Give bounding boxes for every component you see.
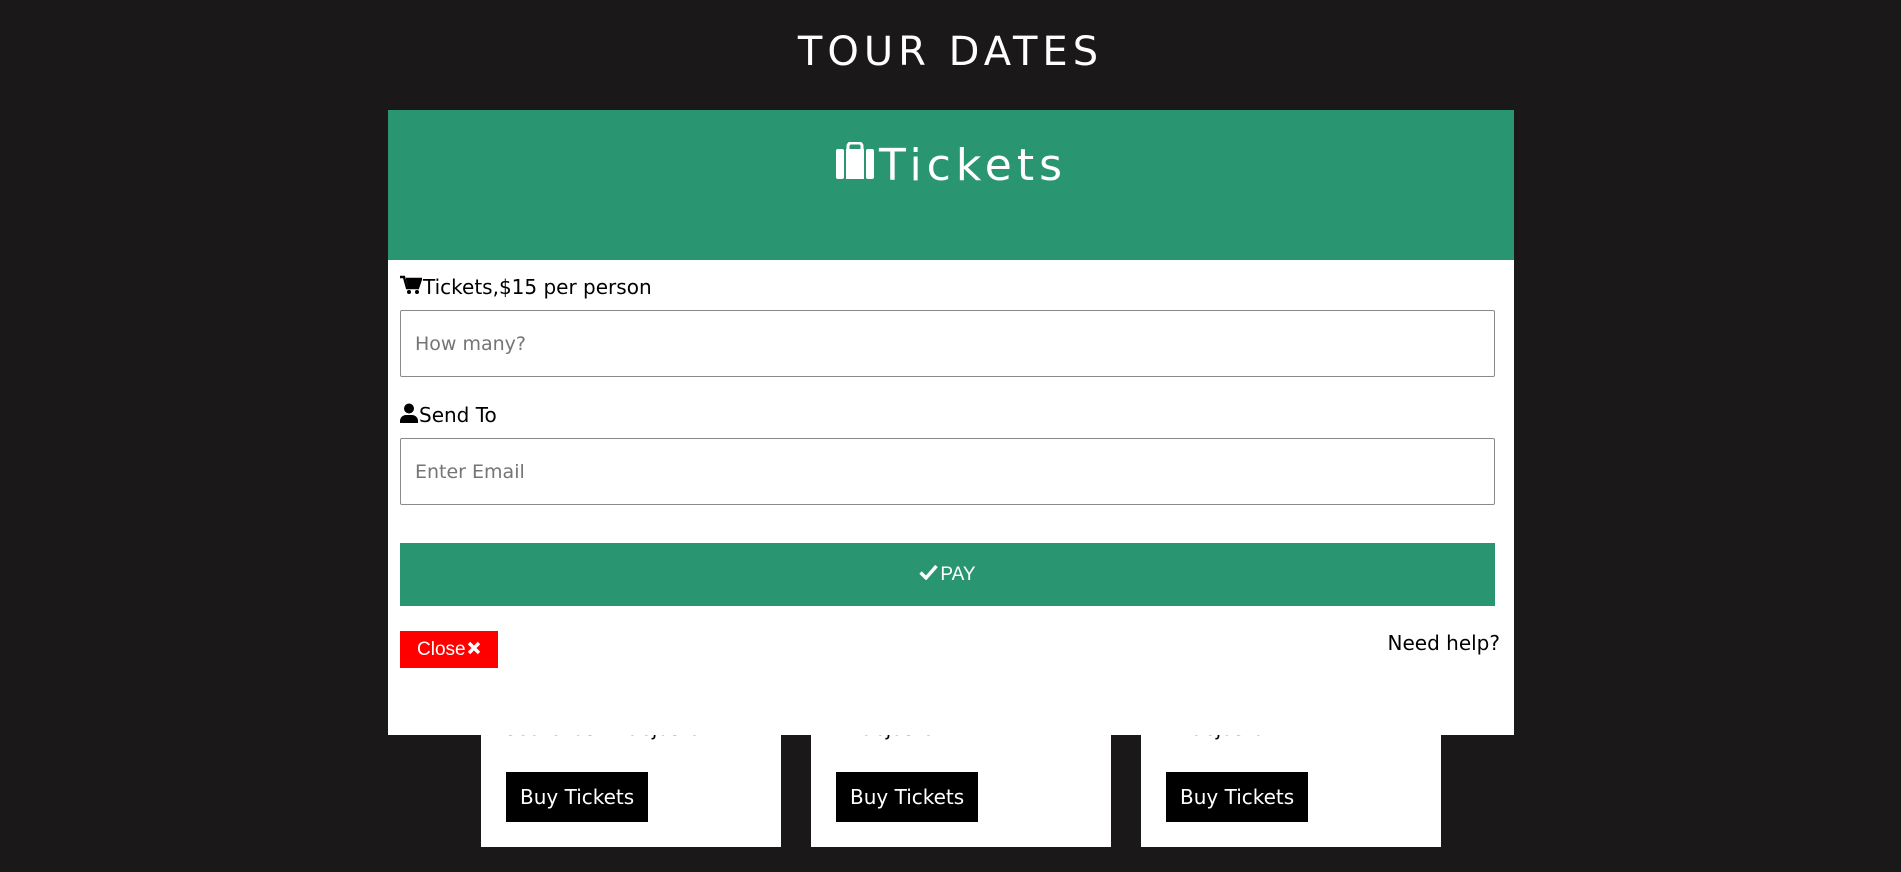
pay-button[interactable]: PAY — [400, 543, 1495, 606]
page-title: TOUR DATES — [797, 29, 1104, 75]
buy-tickets-button[interactable]: Buy Tickets — [836, 772, 979, 822]
close-button[interactable]: Close — [400, 631, 498, 668]
buy-tickets-button[interactable]: Buy Tickets — [1166, 772, 1309, 822]
need-help-link[interactable]: Need help? — [1388, 631, 1500, 655]
ticket-quantity-input[interactable] — [400, 310, 1495, 377]
buy-tickets-button[interactable]: Buy Tickets — [506, 772, 649, 822]
email-input[interactable] — [400, 438, 1495, 505]
tickets-modal: Tickets Tickets,$15 per person How many?… — [388, 110, 1514, 735]
tickets-label-text: Tickets,$15 per person — [423, 275, 652, 299]
send-to-label: Send To — [400, 402, 1502, 428]
modal-body: Tickets,$15 per person Send To PAY — [388, 274, 1514, 606]
close-button-label: Close — [417, 638, 466, 660]
suitcase-icon — [835, 140, 879, 192]
pay-button-label: PAY — [940, 563, 976, 585]
x-icon — [466, 639, 481, 661]
modal-header: Tickets — [388, 110, 1514, 260]
send-to-label-text: Send To — [419, 403, 497, 427]
tickets-label: Tickets,$15 per person — [400, 274, 1502, 300]
check-icon — [919, 564, 940, 586]
shopping-cart-icon — [400, 275, 423, 300]
user-icon — [400, 403, 419, 428]
modal-title: Tickets — [878, 140, 1068, 191]
modal-title-row: Tickets — [835, 140, 1067, 192]
